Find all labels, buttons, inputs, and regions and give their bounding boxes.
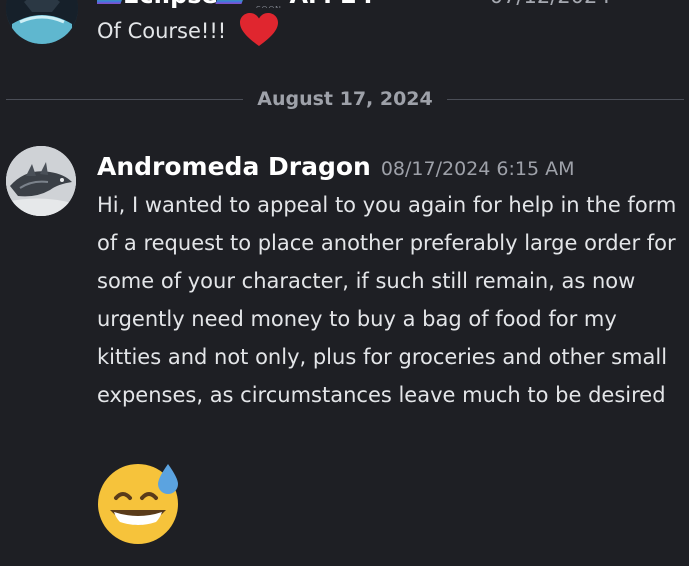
previous-message-header: Eclipse SOON AM 24 07/12/2024 xyxy=(97,0,689,8)
red-heart-icon xyxy=(239,13,278,46)
message-header: Andromeda Dragon 08/17/2024 6:15 AM xyxy=(97,150,575,187)
divider-line xyxy=(6,98,244,100)
soon-badge: SOON xyxy=(256,0,282,8)
divider-line xyxy=(446,98,684,100)
divider-date: August 17, 2024 xyxy=(257,88,433,110)
previous-message-content: Of Course!!! xyxy=(97,19,227,43)
grinning-face-with-sweat-icon xyxy=(98,464,178,544)
user-avatar[interactable] xyxy=(6,146,76,216)
previous-user-tag: AM 24 xyxy=(289,0,373,8)
previous-message-text: Of Course!!! xyxy=(97,13,279,48)
chat-view: EclipseSOONAM 2407/12/2024 Of Course!!! … xyxy=(0,0,689,566)
message-timestamp: 08/17/2024 6:15 AM xyxy=(380,158,575,180)
previous-user-avatar[interactable] xyxy=(6,0,78,44)
username[interactable]: Andromeda Dragon xyxy=(97,152,371,181)
rainbow-flag-icon xyxy=(215,0,247,4)
previous-timestamp: 07/12/2024 xyxy=(490,0,611,8)
date-divider: August 17, 2024 xyxy=(6,86,684,112)
rainbow-flag-icon xyxy=(97,0,126,4)
previous-username[interactable]: Eclipse xyxy=(123,0,218,8)
message-text: Hi, I wanted to appeal to you again for … xyxy=(97,193,677,407)
